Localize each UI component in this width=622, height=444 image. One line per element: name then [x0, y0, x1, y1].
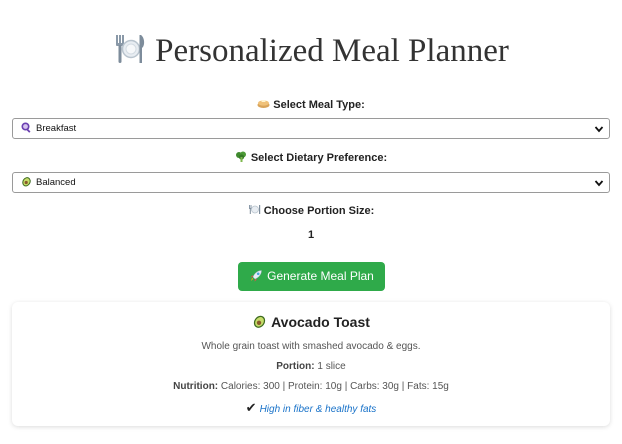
dietary-label: Select Dietary Preference: — [0, 151, 622, 164]
meal-title-text: Avocado Toast — [271, 314, 370, 330]
meal-portion-label: Portion: — [276, 361, 315, 372]
dietary-select[interactable]: Balanced — [12, 172, 610, 193]
portion-label-text: Choose Portion Size: — [263, 205, 375, 217]
meal-type-label: Select Meal Type: — [0, 98, 622, 111]
meal-benefit: ✔ High in fiber & healthy fats — [12, 400, 610, 416]
meal-benefit-text: High in fiber & healthy fats — [259, 404, 377, 415]
portion-label: Choose Portion Size: — [0, 204, 622, 217]
magnifier-icon — [21, 122, 31, 133]
plate-cutlery-icon — [116, 35, 145, 63]
dietary-label-text: Select Dietary Preference: — [250, 152, 388, 164]
portion-value[interactable]: 1 — [0, 229, 622, 241]
page-title-text: Personalized Meal Planner — [155, 33, 509, 69]
chevron-down-icon — [594, 180, 604, 187]
pancake-icon — [257, 100, 270, 108]
rocket-icon — [250, 270, 262, 282]
check-mark-icon: ✔ — [245, 400, 257, 415]
generate-meal-plan-button[interactable]: Generate Meal Plan — [238, 262, 385, 291]
broccoli-icon — [235, 151, 246, 162]
meal-nutrition-label: Nutrition: — [173, 381, 219, 392]
avocado-icon — [253, 315, 266, 328]
meal-type-select[interactable]: Breakfast — [12, 118, 610, 139]
meal-description: Whole grain toast with smashed avocado &… — [201, 341, 421, 352]
meal-result-card: Avocado Toast Whole grain toast with sma… — [12, 302, 610, 426]
meal-nutrition: Nutrition: Calories: 300 | Protein: 10g … — [12, 381, 610, 392]
meal-portion-value: 1 slice — [317, 361, 346, 372]
meal-type-selected: Breakfast — [36, 123, 77, 134]
generate-meal-plan-label: Generate Meal Plan — [267, 269, 374, 283]
meal-type-label-text: Select Meal Type: — [273, 99, 365, 111]
page-title: Personalized Meal Planner — [0, 30, 622, 72]
meal-planner-page: Personalized Meal Planner Select Meal Ty… — [0, 0, 622, 444]
meal-portion: Portion: 1 slice — [12, 361, 610, 372]
chevron-down-icon — [594, 126, 604, 133]
dietary-selected: Balanced — [36, 177, 76, 188]
avocado-icon — [22, 177, 31, 187]
plate-cutlery-icon — [248, 205, 260, 214]
meal-title: Avocado Toast — [12, 314, 610, 330]
meal-nutrition-value: Calories: 300 | Protein: 10g | Carbs: 30… — [220, 381, 449, 392]
